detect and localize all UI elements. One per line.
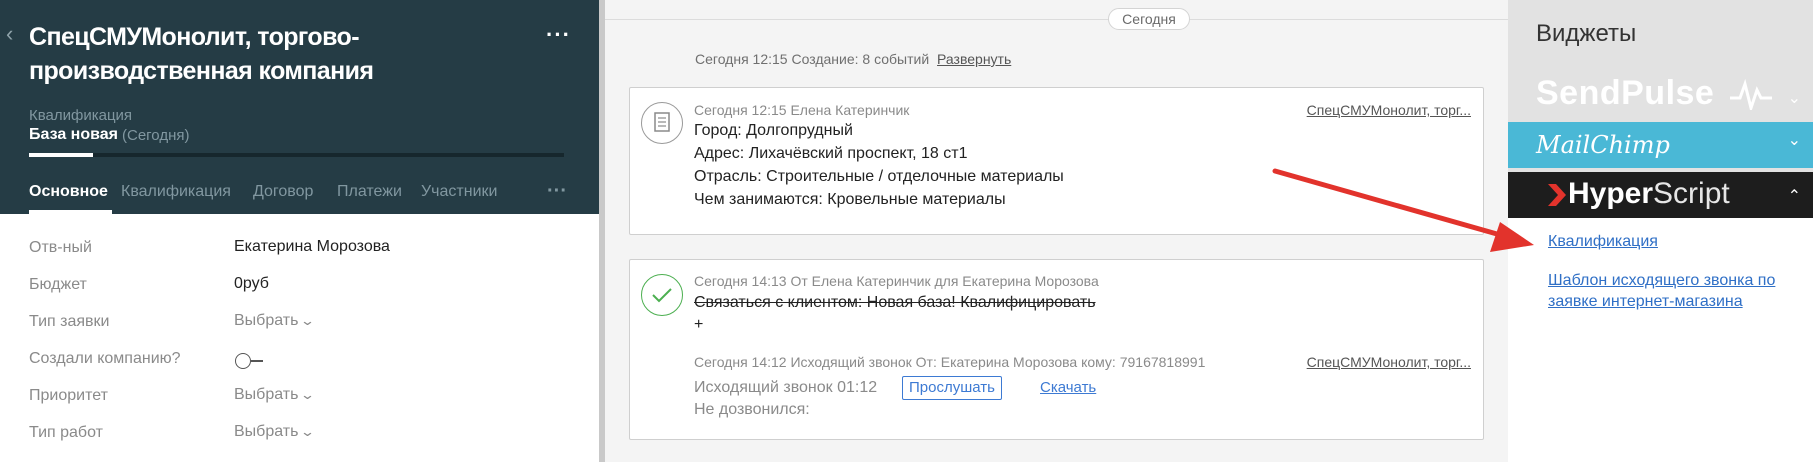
tab-main[interactable]: Основное <box>29 183 108 201</box>
chevron-down-icon: ⌄ <box>300 387 316 402</box>
task-meta: Сегодня 14:13 От Елена Катеринчик для Ек… <box>694 273 1099 289</box>
field-budget: Бюджет 0руб <box>0 267 599 304</box>
chevron-down-icon[interactable]: ⌄ <box>1788 130 1801 150</box>
note-line: Адрес: Лихачёвский проспект, 18 ст1 <box>694 145 968 162</box>
task-text: Связаться с клиентом: Новая база! Квалиф… <box>694 294 1096 311</box>
activity-feed: Сегодня Сегодня 12:15 Создание: 8 событи… <box>605 0 1508 462</box>
task-card: Сегодня 14:13 От Елена Катеринчик для Ек… <box>629 259 1484 440</box>
tab-payments[interactable]: Платежи <box>337 183 402 201</box>
sendpulse-widget[interactable]: SendPulse ⌄ <box>1508 70 1813 120</box>
note-line: Город: Долгопрудный <box>694 122 853 139</box>
priority-select[interactable]: Выбрать ⌄ <box>234 386 316 404</box>
app-root: ‹ СпецСМУМонолит, торгово-производственн… <box>0 0 1813 462</box>
field-label: Приоритет <box>29 387 108 404</box>
tab-qualification[interactable]: Квалификация <box>121 183 231 201</box>
widgets-title: Виджеты <box>1536 20 1637 47</box>
field-label: Тип заявки <box>29 313 110 330</box>
field-work-type: Тип работ Выбрать ⌄ <box>0 415 599 452</box>
call-meta: Сегодня 14:12 Исходящий звонок От: Екате… <box>694 354 1206 370</box>
chevron-left-icon[interactable]: ‹ <box>6 23 18 45</box>
day-badge: Сегодня <box>1108 8 1190 30</box>
note-entity-link[interactable]: СпецСМУМонолит, торг... <box>1307 102 1471 118</box>
pipeline-progress-fill <box>29 153 94 157</box>
select-value: Выбрать <box>234 386 299 403</box>
hyperscript-links: Квалификация Шаблон исходящего звонка по… <box>1508 218 1813 462</box>
work-type-select[interactable]: Выбрать ⌄ <box>234 423 316 441</box>
pulse-icon <box>1730 78 1772 110</box>
check-icon[interactable] <box>641 274 683 316</box>
field-request-type: Тип заявки Выбрать ⌄ <box>0 304 599 341</box>
note-line: Чем занимаются: Кровельные материалы <box>694 191 1006 208</box>
note-line: Отрасль: Строительные / отделочные матер… <box>694 168 1064 185</box>
chevron-down-icon: ⌄ <box>300 424 316 439</box>
hyperscript-logo-a: Hyper <box>1568 177 1654 210</box>
hyperscript-logo: HyperScript <box>1568 177 1730 211</box>
lead-header: ‹ СпецСМУМонолит, торгово-производственн… <box>0 0 599 214</box>
created-summary: Сегодня 12:15 Создание: 8 событий Развер… <box>695 51 1011 67</box>
field-company-created: Создали компанию? <box>0 341 599 378</box>
tab-participants[interactable]: Участники <box>421 183 497 201</box>
call-result: Не дозвонился: <box>694 401 810 418</box>
expand-link[interactable]: Развернуть <box>937 51 1011 67</box>
toggle-track <box>251 360 263 362</box>
call-duration: Исходящий звонок 01:12 <box>694 379 878 396</box>
pipeline-stage[interactable]: База новая <box>29 126 118 144</box>
field-value[interactable]: Екатерина Морозова <box>234 238 390 256</box>
company-title: СпецСМУМонолит, торгово-производственная… <box>29 23 374 85</box>
hyperscript-mark-icon <box>1548 184 1566 206</box>
field-label: Бюджет <box>29 276 87 293</box>
field-label: Тип работ <box>29 424 103 441</box>
field-label: Создали компанию? <box>29 350 181 367</box>
more-horizontal-icon[interactable]: ··· <box>546 22 571 48</box>
field-responsible: Отв-ный Екатерина Морозова <box>0 230 599 267</box>
toggle-knob <box>235 353 251 369</box>
chevron-down-icon[interactable]: ⌄ <box>1788 88 1801 108</box>
pipeline-caption: Квалификация <box>29 107 133 124</box>
chevron-up-icon[interactable]: ⌃ <box>1788 186 1801 206</box>
tabs-more-icon[interactable]: ··· <box>547 180 567 203</box>
widgets-panel: Виджеты SendPulse ⌄ MailChimp ⌄ HyperScr… <box>1508 0 1813 462</box>
hyperscript-widget[interactable]: HyperScript ⌃ <box>1508 172 1813 218</box>
pipeline-stage-date: (Сегодня) <box>122 127 190 144</box>
request-type-select[interactable]: Выбрать ⌄ <box>234 312 316 330</box>
tab-contract[interactable]: Договор <box>253 183 313 201</box>
day-separator <box>605 19 1508 20</box>
chevron-down-icon: ⌄ <box>300 313 316 328</box>
select-value: Выбрать <box>234 423 299 440</box>
listen-button[interactable]: Прослушать <box>902 376 1002 400</box>
mailchimp-widget[interactable]: MailChimp ⌄ <box>1508 122 1813 168</box>
task-result: + <box>694 316 704 333</box>
company-created-toggle[interactable] <box>235 353 265 369</box>
lead-card-panel: ‹ СпецСМУМонолит, торгово-производственн… <box>0 0 599 462</box>
note-icon <box>641 102 683 144</box>
field-value[interactable]: 0руб <box>234 275 269 293</box>
select-value: Выбрать <box>234 312 299 329</box>
pipeline-progress <box>29 153 564 157</box>
script-link-outgoing-call[interactable]: Шаблон исходящего звонка по заявке интер… <box>1548 270 1798 312</box>
hyperscript-logo-b: Script <box>1653 177 1730 210</box>
download-link[interactable]: Скачать <box>1040 379 1096 396</box>
note-card: Сегодня 12:15 Елена Катеринчик СпецСМУМо… <box>629 87 1484 235</box>
note-meta: Сегодня 12:15 Елена Катеринчик <box>694 102 910 118</box>
mailchimp-logo: MailChimp <box>1536 131 1670 159</box>
sendpulse-logo: SendPulse <box>1536 74 1715 112</box>
active-tab-indicator <box>29 210 112 214</box>
script-link-qualification[interactable]: Квалификация <box>1548 231 1658 252</box>
field-priority: Приоритет Выбрать ⌄ <box>0 378 599 415</box>
call-entity-link[interactable]: СпецСМУМонолит, торг... <box>1307 354 1471 370</box>
field-label: Отв-ный <box>29 239 92 256</box>
created-summary-text: Сегодня 12:15 Создание: 8 событий <box>695 51 930 67</box>
